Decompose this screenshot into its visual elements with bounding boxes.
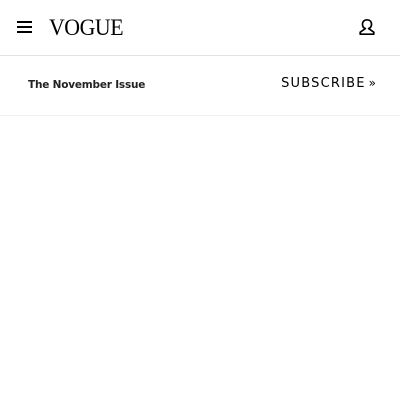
vogue-logo[interactable]: VOGUE bbox=[49, 16, 124, 40]
subscribe-label: SUBSCRIBE bbox=[281, 76, 366, 91]
main-content-area bbox=[0, 116, 400, 400]
issue-label[interactable]: The November Issue bbox=[28, 79, 145, 91]
chevron-right-icon: » bbox=[368, 76, 376, 90]
user-account-icon[interactable] bbox=[358, 18, 376, 36]
hamburger-menu-icon[interactable] bbox=[17, 21, 33, 34]
top-navigation-bar: VOGUE bbox=[0, 0, 400, 56]
subscribe-link[interactable]: SUBSCRIBE» bbox=[281, 76, 376, 91]
promo-banner: The November Issue SUBSCRIBE» bbox=[0, 57, 400, 115]
